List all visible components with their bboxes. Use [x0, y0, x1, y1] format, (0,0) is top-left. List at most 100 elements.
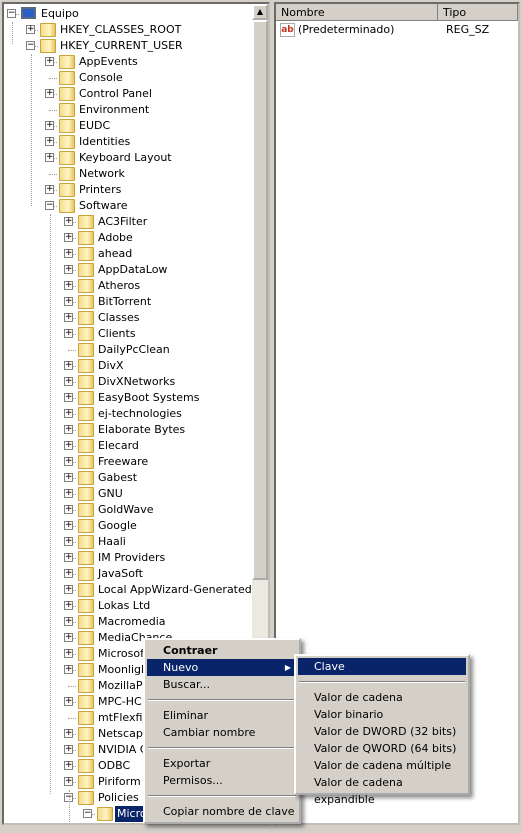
tree-node[interactable]: + Elaborate Bytes [4, 422, 254, 438]
expand-icon[interactable]: + [64, 473, 73, 482]
submenu-item-dword[interactable]: Valor de DWORD (32 bits) [298, 723, 466, 740]
expand-icon[interactable]: + [64, 233, 73, 242]
tree-node[interactable]: + Haali [4, 534, 254, 550]
expand-icon[interactable]: + [64, 697, 73, 706]
tree-node[interactable]: + BitTorrent [4, 294, 254, 310]
tree-node[interactable]: + IM Providers [4, 550, 254, 566]
submenu-item-clave[interactable]: Clave [298, 658, 466, 675]
tree-node[interactable]: + ej-technologies [4, 406, 254, 422]
expand-icon[interactable]: + [64, 441, 73, 450]
submenu-item-cadena[interactable]: Valor de cadena [298, 689, 466, 706]
collapse-icon[interactable]: − [45, 201, 54, 210]
expand-icon[interactable]: + [45, 57, 54, 66]
expand-icon[interactable]: + [45, 185, 54, 194]
submenu-item-multiple[interactable]: Valor de cadena múltiple [298, 757, 466, 774]
submenu-item-expandible[interactable]: Valor de cadena expandible [298, 774, 466, 806]
submenu-item-qword[interactable]: Valor de QWORD (64 bits) [298, 740, 466, 757]
collapse-icon[interactable]: − [83, 809, 92, 818]
tree-node[interactable]: + GoldWave [4, 502, 254, 518]
expand-icon[interactable]: + [45, 153, 54, 162]
tree-node[interactable]: + Local AppWizard-Generated Applications [4, 582, 268, 598]
expand-icon[interactable]: + [64, 553, 73, 562]
tree-node[interactable]: + EasyBoot Systems [4, 390, 254, 406]
menu-item-cambiar-nombre[interactable]: Cambiar nombre [147, 724, 297, 741]
tree-node[interactable]: + Keyboard Layout [4, 150, 254, 166]
tree-node[interactable]: + Atheros [4, 278, 254, 294]
tree-node[interactable]: + JavaSoft [4, 566, 254, 582]
tree-node[interactable]: − Software [4, 198, 254, 214]
expand-icon[interactable]: + [64, 585, 73, 594]
expand-icon[interactable]: + [64, 537, 73, 546]
tree-node[interactable]: + Adobe [4, 230, 254, 246]
tree-node[interactable]: Console [4, 70, 254, 86]
expand-icon[interactable]: + [64, 505, 73, 514]
expand-icon[interactable]: + [45, 89, 54, 98]
expand-icon[interactable]: + [64, 457, 73, 466]
tree-node[interactable]: + DivX [4, 358, 254, 374]
tree-node[interactable]: + HKEY_CLASSES_ROOT [4, 22, 254, 38]
tree-node[interactable]: + Control Panel [4, 86, 254, 102]
expand-icon[interactable]: + [64, 313, 73, 322]
tree-node[interactable]: + DivXNetworks [4, 374, 254, 390]
expand-icon[interactable]: + [64, 361, 73, 370]
expand-icon[interactable]: + [64, 617, 73, 626]
expand-icon[interactable]: + [64, 393, 73, 402]
expand-icon[interactable]: + [64, 569, 73, 578]
tree-node[interactable]: DailyPcClean [4, 342, 254, 358]
tree-node[interactable]: + Lokas Ltd [4, 598, 254, 614]
column-header-tipo[interactable]: Tipo [438, 4, 518, 21]
tree-node[interactable]: + AC3Filter [4, 214, 254, 230]
expand-icon[interactable]: + [64, 281, 73, 290]
expand-icon[interactable]: + [64, 729, 73, 738]
tree-node[interactable]: + Freeware [4, 454, 254, 470]
column-header-nombre[interactable]: Nombre [276, 4, 438, 21]
scrollbar-thumb[interactable] [252, 20, 268, 580]
menu-item-buscar[interactable]: Buscar... [147, 676, 297, 693]
tree-node[interactable]: + Google [4, 518, 254, 534]
tree-node[interactable]: + Identities [4, 134, 254, 150]
expand-icon[interactable]: + [64, 217, 73, 226]
tree-node[interactable]: − Equipo [4, 6, 254, 22]
expand-icon[interactable]: + [26, 25, 35, 34]
expand-icon[interactable]: + [64, 521, 73, 530]
tree-node[interactable]: + GNU [4, 486, 254, 502]
tree-node[interactable]: Environment [4, 102, 254, 118]
expand-icon[interactable]: + [64, 601, 73, 610]
collapse-icon[interactable]: − [7, 9, 16, 18]
tree-node[interactable]: + AppDataLow [4, 262, 254, 278]
menu-item-contraer[interactable]: Contraer [147, 642, 297, 659]
expand-icon[interactable]: + [64, 649, 73, 658]
collapse-icon[interactable]: − [26, 41, 35, 50]
expand-icon[interactable]: + [64, 489, 73, 498]
tree-node[interactable]: + Macromedia [4, 614, 254, 630]
expand-icon[interactable]: + [64, 425, 73, 434]
tree-node[interactable]: + ahead [4, 246, 254, 262]
expand-icon[interactable]: + [45, 121, 54, 130]
expand-icon[interactable]: + [64, 265, 73, 274]
expand-icon[interactable]: + [64, 329, 73, 338]
tree-node[interactable]: + EUDC [4, 118, 254, 134]
tree-node[interactable]: + Gabest [4, 470, 254, 486]
tree-node[interactable]: + AppEvents [4, 54, 254, 70]
expand-icon[interactable]: + [45, 137, 54, 146]
menu-item-copiar-nombre[interactable]: Copiar nombre de clave [147, 803, 297, 820]
expand-icon[interactable]: + [64, 633, 73, 642]
menu-item-eliminar[interactable]: Eliminar [147, 707, 297, 724]
tree-node[interactable]: + Clients [4, 326, 254, 342]
tree-node[interactable]: + Elecard [4, 438, 254, 454]
scroll-up-button[interactable]: ▲ [252, 4, 268, 20]
expand-icon[interactable]: + [64, 665, 73, 674]
tree-node[interactable]: + Classes [4, 310, 254, 326]
expand-icon[interactable]: + [64, 409, 73, 418]
expand-icon[interactable]: + [64, 377, 73, 386]
menu-item-permisos[interactable]: Permisos... [147, 772, 297, 789]
menu-item-exportar[interactable]: Exportar [147, 755, 297, 772]
expand-icon[interactable]: + [64, 297, 73, 306]
tree-node[interactable]: + Printers [4, 182, 254, 198]
expand-icon[interactable]: + [64, 249, 73, 258]
value-row[interactable]: ab (Predeterminado) REG_SZ [280, 22, 516, 38]
submenu-item-binario[interactable]: Valor binario [298, 706, 466, 723]
expand-icon[interactable]: + [64, 745, 73, 754]
expand-icon[interactable]: + [64, 777, 73, 786]
tree-node[interactable]: − HKEY_CURRENT_USER [4, 38, 254, 54]
